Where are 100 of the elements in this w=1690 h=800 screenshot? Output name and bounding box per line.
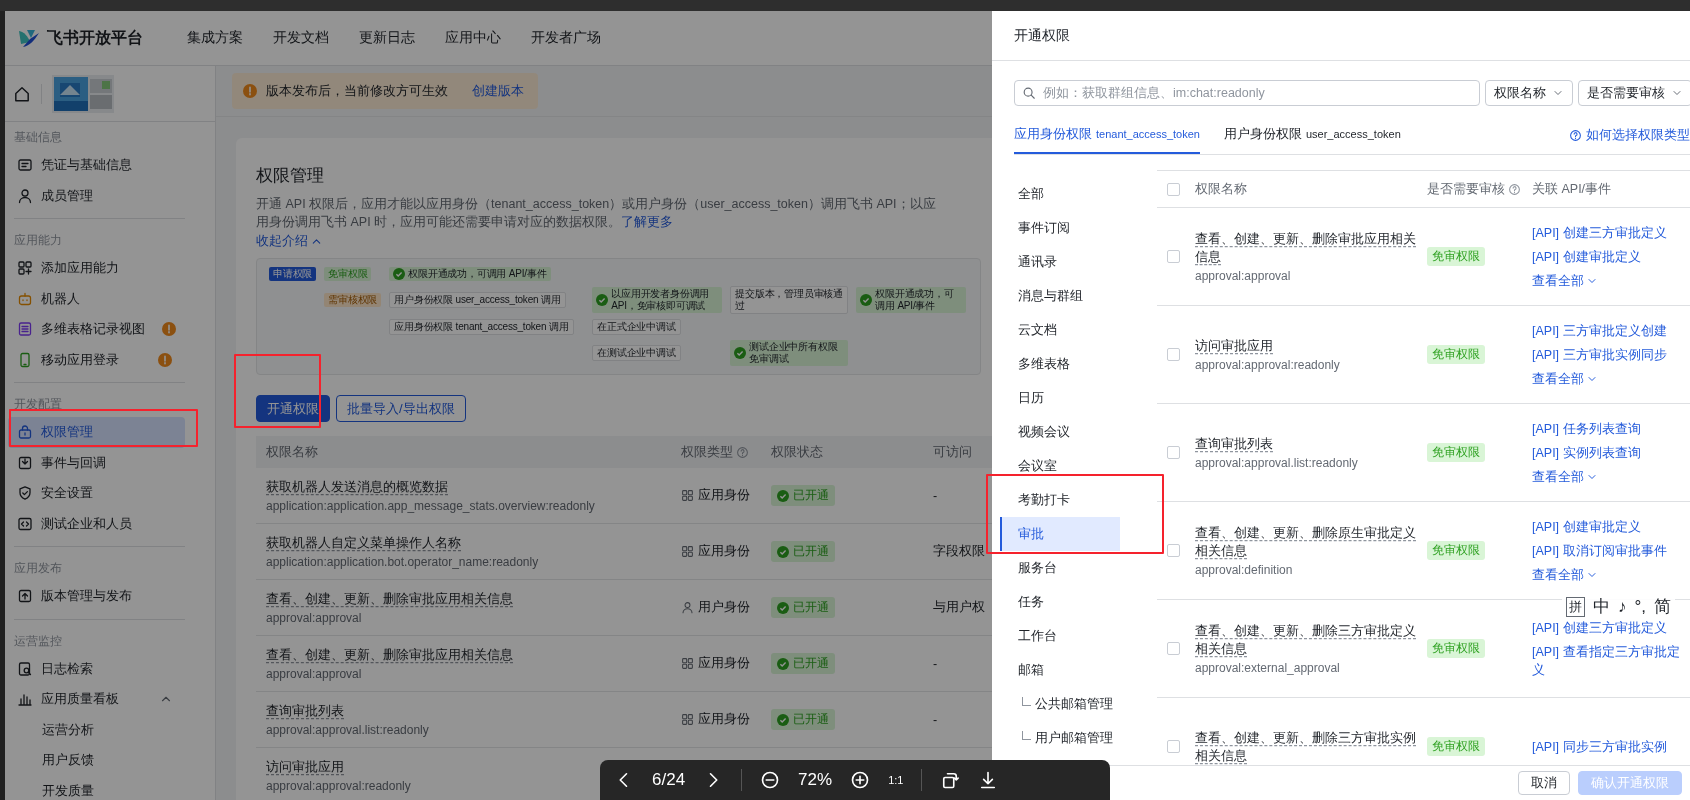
- nav-link[interactable]: 应用中心: [445, 29, 501, 47]
- column-header: 权限名称: [266, 443, 318, 461]
- api-link[interactable]: [API] 任务列表查询: [1532, 419, 1682, 438]
- category-item[interactable]: 日历: [1000, 381, 1120, 415]
- ime-button[interactable]: ♪: [1618, 596, 1627, 617]
- table-cell-text: 与用户权: [932, 599, 986, 616]
- api-link[interactable]: [API] 三方审批实例同步: [1532, 345, 1682, 364]
- sidebar-item[interactable]: 安全设置: [8, 478, 185, 509]
- category-item[interactable]: 云文档: [1000, 313, 1120, 347]
- row-checkbox[interactable]: [1167, 250, 1180, 263]
- api-link[interactable]: [API] 创建审批定义: [1532, 247, 1682, 266]
- view-all-link[interactable]: 查看全部: [1532, 467, 1682, 486]
- nav-link[interactable]: 集成方案: [187, 29, 243, 47]
- flow-node: 用户身份权限 user_access_token 调用: [389, 292, 566, 308]
- permission-name: 查看、创建、更新、删除审批应用相关信息: [266, 646, 513, 664]
- api-link[interactable]: [API] 取消订阅审批事件: [1532, 541, 1682, 560]
- category-item[interactable]: 邮箱: [1000, 653, 1120, 687]
- rotate-button[interactable]: [940, 770, 961, 790]
- cancel-button[interactable]: 取消: [1518, 771, 1570, 795]
- api-link[interactable]: [API] 同步三方审批实例: [1532, 737, 1682, 756]
- category-item[interactable]: 通讯录: [1000, 245, 1120, 279]
- learn-more-link[interactable]: 了解更多: [621, 215, 674, 229]
- filter-dropdown[interactable]: 权限名称: [1485, 80, 1573, 106]
- category-item[interactable]: 视频会议: [1000, 415, 1120, 449]
- phone-icon: [17, 351, 33, 368]
- sidebar-item[interactable]: 事件与回调: [8, 447, 185, 478]
- category-item[interactable]: 事件订阅: [1000, 211, 1120, 245]
- permission-name: 获取机器人发送消息的概览数据: [266, 478, 448, 496]
- help-link[interactable]: 如何选择权限类型: [1569, 127, 1690, 154]
- view-all-link[interactable]: 查看全部: [1532, 565, 1682, 584]
- column-header: 权限状态: [771, 443, 823, 461]
- create-version-link[interactable]: 创建版本: [472, 82, 524, 100]
- sidebar-item[interactable]: 版本管理与发布: [8, 581, 185, 612]
- section-title: 应用发布: [13, 560, 63, 577]
- view-all-link[interactable]: 查看全部: [1532, 369, 1682, 388]
- category-item[interactable]: 审批: [1000, 517, 1120, 551]
- open-permission-button[interactable]: 开通权限: [256, 395, 330, 422]
- drawer-title: 开通权限: [1014, 26, 1070, 45]
- permission-scope: approval:approval.list:readonly: [1195, 456, 1359, 470]
- row-checkbox[interactable]: [1167, 446, 1180, 459]
- tab[interactable]: 用户身份权限 user_access_token: [1223, 125, 1401, 154]
- row-checkbox[interactable]: [1167, 642, 1180, 655]
- view-all-link[interactable]: 查看全部: [1532, 271, 1682, 290]
- tab[interactable]: 应用身份权限 tenant_access_token: [1014, 125, 1200, 154]
- sidebar-item[interactable]: 日志检索: [8, 653, 185, 684]
- page-title: 权限管理: [256, 165, 325, 187]
- category-item[interactable]: 工作台: [1000, 619, 1120, 653]
- actual-size-button[interactable]: 1:1: [888, 773, 904, 787]
- nav-link[interactable]: 开发者广场: [531, 29, 601, 47]
- sidebar-subitem[interactable]: 用户反馈: [8, 745, 185, 776]
- ime-button[interactable]: 中: [1593, 595, 1610, 618]
- zoom-out-button[interactable]: [760, 770, 781, 790]
- sidebar-item[interactable]: 移动应用登录: [8, 344, 185, 375]
- select-all-checkbox[interactable]: [1167, 182, 1180, 196]
- category-item[interactable]: 任务: [1000, 585, 1120, 619]
- sidebar-subitem[interactable]: 运营分析: [8, 714, 185, 745]
- ime-button[interactable]: 拼: [1566, 596, 1585, 617]
- permission-scope: approval:approval:readonly: [266, 778, 411, 793]
- sidebar-item[interactable]: 多维表格记录视图: [8, 314, 185, 345]
- api-link[interactable]: [API] 实例列表查询: [1532, 443, 1682, 462]
- api-link[interactable]: [API] 创建三方审批定义: [1532, 618, 1682, 637]
- permission-scope: application:application.bot.operator_name:readonly: [266, 554, 539, 569]
- nav-link[interactable]: 更新日志: [359, 29, 415, 47]
- review-tag: 免审权限: [1427, 737, 1485, 756]
- sidebar-item[interactable]: 添加应用能力: [8, 253, 185, 284]
- category-item[interactable]: 服务台: [1000, 551, 1120, 585]
- category-item[interactable]: 多维表格: [1000, 347, 1120, 381]
- sidebar-item[interactable]: 测试企业和人员: [8, 508, 185, 539]
- api-link[interactable]: [API] 三方审批定义创建: [1532, 321, 1682, 340]
- sidebar-item[interactable]: 应用质量看板: [8, 684, 185, 715]
- search-field[interactable]: 例如：获取群组信息、im:chat:readonly: [1014, 80, 1480, 106]
- category-item[interactable]: 公共邮箱管理: [1000, 687, 1120, 721]
- category-item[interactable]: 用户邮箱管理: [1000, 721, 1120, 755]
- category-item[interactable]: 全部: [1000, 177, 1120, 211]
- api-link[interactable]: [API] 创建三方审批定义: [1532, 223, 1682, 242]
- row-checkbox[interactable]: [1167, 740, 1180, 753]
- category-item[interactable]: 会议室: [1000, 449, 1120, 483]
- sidebar-item[interactable]: 成员管理: [8, 180, 185, 211]
- api-link[interactable]: [API] 查看指定三方审批定义: [1532, 642, 1682, 679]
- collapse-link[interactable]: 收起介绍: [256, 233, 323, 250]
- sidebar-item[interactable]: 机器人: [8, 283, 185, 314]
- identity-label: 用户身份: [698, 599, 750, 616]
- category-item[interactable]: 消息与群组: [1000, 279, 1120, 313]
- identity-label: 应用身份: [698, 543, 750, 560]
- category-item[interactable]: 考勤打卡: [1000, 483, 1120, 517]
- ime-button[interactable]: 简: [1654, 595, 1672, 618]
- row-checkbox[interactable]: [1167, 348, 1180, 361]
- nav-link[interactable]: 开发文档: [273, 29, 329, 47]
- zoom-in-button[interactable]: [850, 770, 871, 790]
- sidebar-subitem[interactable]: 开发质量: [8, 775, 185, 800]
- row-checkbox[interactable]: [1167, 544, 1180, 557]
- filter-dropdown[interactable]: 是否需要审核: [1578, 80, 1690, 106]
- api-link[interactable]: [API] 创建审批定义: [1532, 517, 1682, 536]
- description-text: 开通 API 权限后，应用才能以应用身份（tenant_access_token）或用户身份（user_access_token）调用飞书 API；以应用身份调用飞书 API 时，应用可能还需要申请对应的数据权限。了解更多: [256, 196, 936, 231]
- sidebar-item[interactable]: 凭证与基础信息: [8, 150, 185, 181]
- ime-button[interactable]: °,: [1634, 596, 1647, 617]
- check-circle-icon: [596, 294, 609, 306]
- permission-scope: approval:approval: [266, 666, 362, 681]
- import-export-button[interactable]: 批量导入/导出权限: [336, 395, 466, 422]
- permission-scope: approval:definition: [1195, 563, 1294, 577]
